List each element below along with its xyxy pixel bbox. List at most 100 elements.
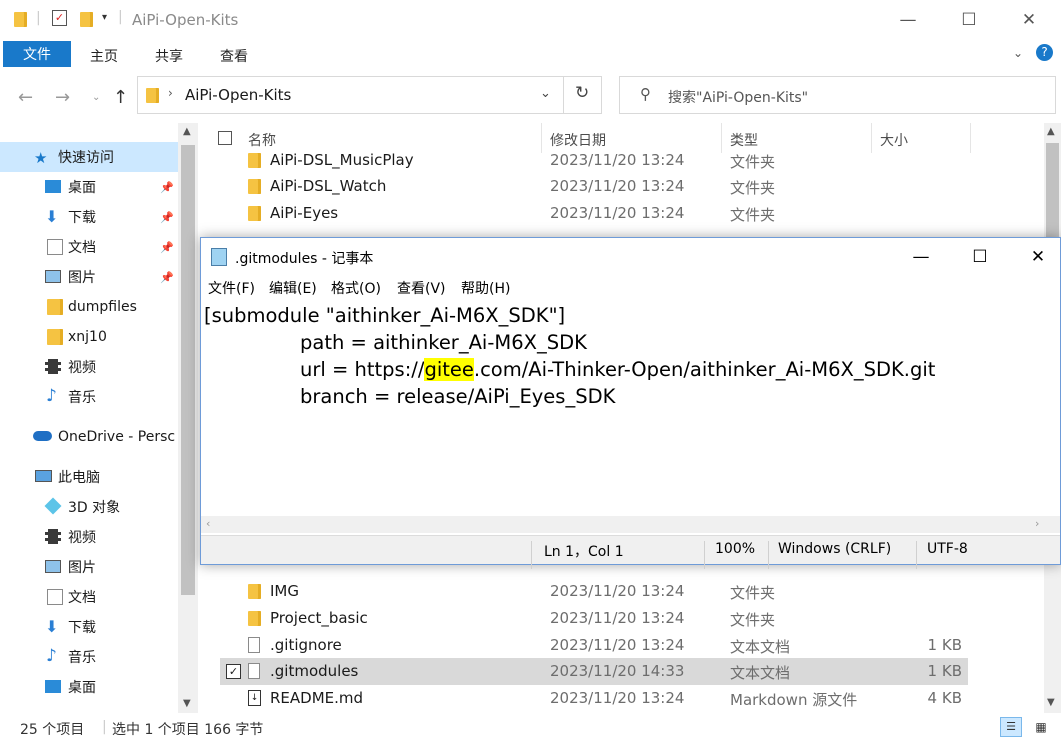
- notepad-maximize-button[interactable]: ☐: [957, 238, 1003, 276]
- divider: |: [118, 9, 123, 25]
- scroll-down-icon[interactable]: ▼: [1047, 697, 1055, 708]
- menu-help[interactable]: 帮助(H): [461, 278, 510, 298]
- nav-scrollbar[interactable]: ▲ ▼: [178, 123, 198, 713]
- maximize-button[interactable]: ☐: [946, 0, 992, 40]
- scroll-right-icon[interactable]: ›: [1035, 517, 1039, 530]
- scroll-left-icon[interactable]: ‹: [206, 517, 210, 530]
- menu-view[interactable]: 查看(V): [397, 278, 446, 298]
- file-type: 文件夹: [730, 179, 776, 197]
- folder-icon: [146, 88, 159, 103]
- scroll-up-icon[interactable]: ▲: [1047, 126, 1055, 137]
- recent-locations-icon[interactable]: ⌄: [92, 92, 100, 103]
- notepad-content[interactable]: [submodule "aithinker_Ai-M6X_SDK"] path …: [204, 302, 935, 410]
- nav-onedrive[interactable]: OneDrive - Persc: [0, 422, 178, 452]
- video-icon: [45, 529, 61, 544]
- nav-this-pc[interactable]: 此电脑: [0, 462, 178, 492]
- notepad-horizontal-scrollbar[interactable]: ‹ ›: [201, 516, 1060, 533]
- file-size: 1 KB: [927, 636, 962, 654]
- menu-file[interactable]: 文件(F): [208, 278, 255, 298]
- ribbon-expand-icon[interactable]: ⌄: [1013, 46, 1023, 60]
- details-view-icon[interactable]: ☰: [1000, 717, 1022, 737]
- file-size: 1 KB: [927, 662, 962, 680]
- text-line: .com/Ai-Thinker-Open/aithinker_Ai-M6X_SD…: [473, 358, 936, 381]
- tab-home[interactable]: 主页: [90, 46, 118, 66]
- address-bar[interactable]: › AiPi-Open-Kits ⌄ ↻: [137, 76, 602, 114]
- nav-item-downloads[interactable]: ⬇ 下载 📌: [0, 202, 178, 232]
- divider: |: [102, 719, 107, 735]
- pin-icon[interactable]: 📌: [160, 271, 174, 284]
- nav-label: 桌面: [68, 680, 96, 696]
- notepad-text-area[interactable]: [submodule "aithinker_Ai-M6X_SDK"] path …: [201, 298, 1060, 516]
- file-row[interactable]: ↓ README.md 2023/11/20 13:24 Markdown 源文…: [220, 685, 968, 712]
- file-date: 2023/11/20 13:24: [550, 689, 685, 707]
- folder-icon: [47, 299, 63, 315]
- file-row[interactable]: AiPi-DSL_MusicPlay 2023/11/20 13:24 文件夹: [220, 147, 968, 174]
- nav-item-pc-pictures[interactable]: 图片: [0, 552, 178, 582]
- notepad-close-button[interactable]: ✕: [1015, 238, 1061, 276]
- customize-toolbar-icon[interactable]: ▾: [102, 12, 107, 23]
- nav-item-pc-documents[interactable]: 文档: [0, 582, 178, 612]
- file-row[interactable]: Project_basic 2023/11/20 13:24 文件夹: [220, 605, 968, 632]
- row-checkbox[interactable]: ✓: [226, 664, 241, 679]
- nav-item-3d-objects[interactable]: 3D 对象: [0, 492, 178, 522]
- file-date: 2023/11/20 14:33: [550, 662, 685, 680]
- minimize-button[interactable]: —: [885, 0, 931, 40]
- nav-item-pictures[interactable]: 图片 📌: [0, 262, 178, 292]
- nav-item-pc-downloads[interactable]: ⬇ 下载: [0, 612, 178, 642]
- file-row-selected[interactable]: ✓ .gitmodules 2023/11/20 14:33 文本文档 1 KB: [220, 658, 968, 685]
- file-date: 2023/11/20 13:24: [550, 204, 685, 222]
- notepad-minimize-button[interactable]: —: [898, 238, 944, 276]
- nav-item-pc-music[interactable]: ♪ 音乐: [0, 642, 178, 672]
- help-icon[interactable]: ?: [1036, 44, 1053, 61]
- nav-quick-access[interactable]: ★ 快速访问: [0, 142, 178, 172]
- address-text[interactable]: AiPi-Open-Kits: [185, 86, 291, 104]
- nav-item-xnj10[interactable]: xnj10: [0, 322, 178, 352]
- large-icons-view-icon[interactable]: ▦: [1030, 717, 1052, 737]
- tab-share[interactable]: 共享: [155, 46, 183, 66]
- nav-label: 视频: [68, 530, 96, 546]
- nav-item-pc-desktop[interactable]: 桌面: [0, 672, 178, 702]
- close-button[interactable]: ✕: [1006, 0, 1052, 40]
- divider: [704, 541, 705, 569]
- properties-icon[interactable]: ✓: [52, 10, 67, 26]
- nav-label: 音乐: [68, 390, 96, 406]
- new-folder-icon[interactable]: [80, 12, 93, 27]
- file-row[interactable]: IMG 2023/11/20 13:24 文件夹: [220, 578, 968, 605]
- chevron-down-icon[interactable]: ⌄: [540, 86, 551, 101]
- selection-info: 选中 1 个项目 166 字节: [112, 722, 264, 738]
- nav-item-videos[interactable]: 视频: [0, 352, 178, 382]
- nav-item-documents[interactable]: 文档 📌: [0, 232, 178, 262]
- up-icon[interactable]: ↑: [113, 87, 128, 108]
- file-row[interactable]: .gitignore 2023/11/20 13:24 文本文档 1 KB: [220, 632, 968, 659]
- pictures-icon: [45, 270, 61, 283]
- menu-edit[interactable]: 编辑(E): [269, 278, 317, 298]
- nav-label: 视频: [68, 360, 96, 376]
- refresh-icon[interactable]: ↻: [575, 83, 589, 103]
- nav-item-dumpfiles[interactable]: dumpfiles: [0, 292, 178, 322]
- pin-icon[interactable]: 📌: [160, 181, 174, 194]
- select-all-checkbox[interactable]: [218, 131, 232, 145]
- nav-item-desktop[interactable]: 桌面 📌: [0, 172, 178, 202]
- file-row[interactable]: AiPi-DSL_Watch 2023/11/20 13:24 文件夹: [220, 173, 968, 200]
- scrollbar-thumb[interactable]: [181, 145, 195, 595]
- file-type: 文本文档: [730, 664, 791, 682]
- file-row[interactable]: AiPi-Eyes 2023/11/20 13:24 文件夹: [220, 200, 968, 227]
- tab-file[interactable]: 文件: [3, 41, 71, 67]
- file-name: IMG: [270, 582, 299, 600]
- folder-icon: [14, 12, 27, 27]
- pin-icon[interactable]: 📌: [160, 211, 174, 224]
- tab-view[interactable]: 查看: [220, 46, 248, 66]
- chevron-right-icon[interactable]: ›: [168, 86, 173, 100]
- nav-item-pc-videos[interactable]: 视频: [0, 522, 178, 552]
- address-row: ← → ⌄ ↑ › AiPi-Open-Kits ⌄ ↻ ⚲ 搜索"AiPi-O…: [0, 68, 1061, 123]
- download-icon: ⬇: [45, 207, 59, 226]
- nav-item-music[interactable]: ♪ 音乐: [0, 382, 178, 412]
- pin-icon[interactable]: 📌: [160, 241, 174, 254]
- forward-icon[interactable]: →: [55, 87, 70, 108]
- menu-format[interactable]: 格式(O): [331, 278, 381, 298]
- scroll-down-icon[interactable]: ▼: [183, 698, 191, 709]
- file-date: 2023/11/20 13:24: [550, 609, 685, 627]
- search-input[interactable]: ⚲ 搜索"AiPi-Open-Kits": [619, 76, 1056, 114]
- back-icon[interactable]: ←: [18, 87, 33, 108]
- scroll-up-icon[interactable]: ▲: [183, 126, 191, 137]
